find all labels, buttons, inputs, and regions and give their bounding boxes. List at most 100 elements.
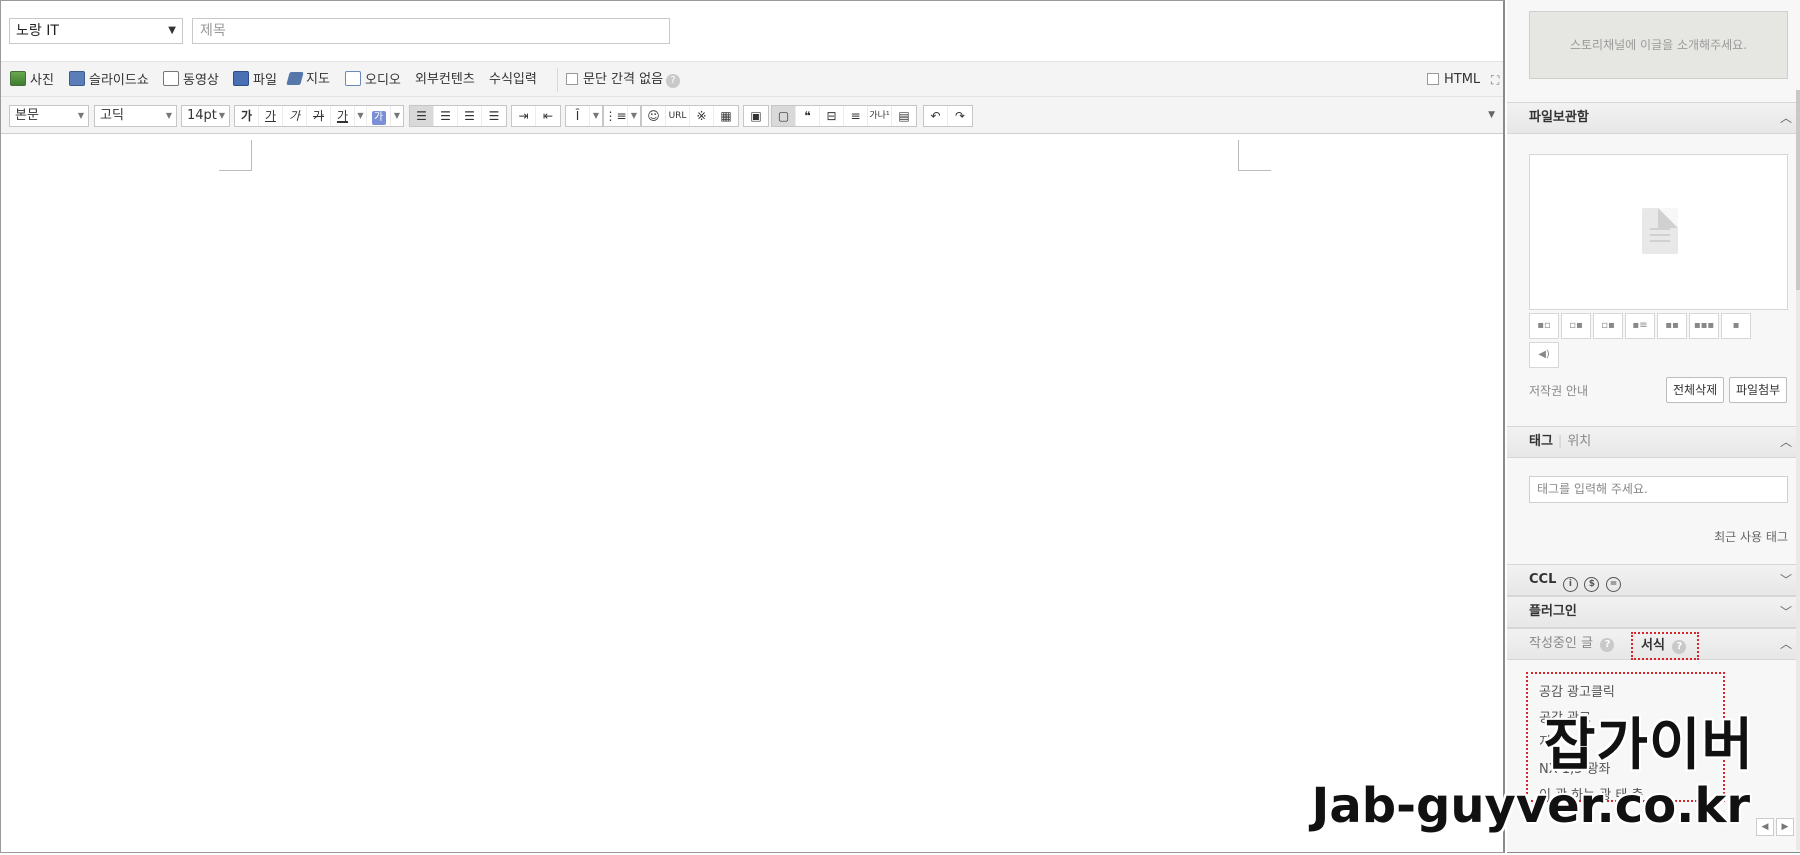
format-item[interactable]: 공감 광고클릭 [1539,681,1615,700]
line-height-dropdown-icon[interactable]: ▼ [590,106,602,126]
strikethrough-button[interactable]: 가 [307,106,331,126]
insert-audio-button[interactable]: 오디오 [345,71,401,89]
title-input[interactable]: 제목 [192,18,670,44]
undo-icon[interactable]: ↶ [924,106,948,126]
dropdown-arrow-icon: ▼ [218,111,225,120]
background-color-dropdown-icon[interactable]: ▼ [391,106,403,126]
box-group: ▣ [743,105,769,127]
ccl-header[interactable]: CCL i $ = ﹀ [1507,564,1800,596]
watermark-url: Jab-guyver.co.kr [1311,778,1750,834]
html-mode-toggle[interactable]: HTML [1427,71,1480,89]
image-align-right-icon[interactable]: ▫▪ [1593,313,1623,339]
image-align-center-icon[interactable]: ▫▪ [1561,313,1591,339]
toolbar-collapse-icon[interactable]: ▼ [1488,110,1495,120]
infobox-icon[interactable]: ▣ [744,106,768,126]
page-margin-marker-left [219,140,252,171]
redo-icon[interactable]: ↷ [948,106,972,126]
insert-file-button[interactable]: 파일 [233,71,277,89]
chevron-up-icon[interactable]: ︿ [1780,629,1792,659]
image-full-icon[interactable]: ▪ [1721,313,1751,339]
paragraph-style-select[interactable]: 본문 ▼ [9,105,89,127]
save-icon[interactable]: ▤ [892,106,916,126]
italic-button[interactable]: 가 [283,106,307,126]
format-toolbar: 본문 ▼ 고딕 ▼ 14pt ▼ 가 가 가 가 가 ▼ 가 ▼ ☰ ☰ ☰ ☰ ⇥ … [1,97,1503,134]
pager-next-icon[interactable]: ▶ [1776,818,1794,836]
insert-formula-button[interactable]: 수식입력 [489,71,537,89]
help-icon[interactable]: ? [666,74,681,88]
page-margin-marker-right [1238,140,1271,171]
link-button[interactable]: URL [666,106,690,126]
align-center-icon[interactable]: ☰ [434,106,458,126]
attach-file-button[interactable]: 파일첨부 [1729,377,1788,403]
indent-icon[interactable]: ⇥ [512,106,536,126]
font-size-select[interactable]: 14pt ▼ [181,105,230,127]
category-select[interactable]: 노랑 IT ▼ [9,18,183,44]
recent-tags-link[interactable]: 최근 사용 태그 [1714,528,1788,545]
plugins-header[interactable]: 플러그인 ﹀ [1507,596,1800,628]
copyright-guide-link[interactable]: 저작권 안내 [1529,382,1588,399]
font-color-dropdown-icon[interactable]: ▼ [355,106,367,126]
writing-posts-tab[interactable]: 작성중인 글 [1529,636,1593,651]
outdent-icon[interactable]: ⇤ [536,106,560,126]
insert-photo-button[interactable]: 사진 [10,71,54,89]
html-mode-checkbox[interactable] [1427,73,1439,85]
insert-slideshow-button[interactable]: 슬라이드쇼 [69,71,149,89]
toolbar-divider [557,68,558,92]
file-drop-area[interactable] [1529,154,1788,310]
tags-header[interactable]: 태그 | 위치 ︿ [1507,426,1800,458]
list-group: ⋮≡ ▼ [603,105,641,127]
sidebar-scrollbar-thumb[interactable] [1796,90,1800,290]
watermark-title: 잡가이버 [1543,713,1754,778]
formats-tab[interactable]: 서식 ? [1631,632,1699,660]
chevron-down-icon: ﹀ [1779,573,1792,587]
divider-line-icon[interactable]: ≡ [844,106,868,126]
box-style-icon[interactable]: ▢ [772,106,796,126]
insert-toolbar: 사진 슬라이드쇼 동영상 파일 지도 오디오 외부컨텐츠 수식입력 문단 간격 … [1,62,1503,97]
font-family-select[interactable]: 고딕 ▼ [94,105,177,127]
table-icon[interactable]: ▦ [714,106,738,126]
location-tab[interactable]: 위치 [1567,434,1591,449]
line-height-icon[interactable]: Ī [566,106,590,126]
image-float-right-icon[interactable]: ▪▪ [1657,313,1687,339]
no-paragraph-spacing-checkbox[interactable] [566,73,578,85]
list-dropdown-icon[interactable]: ▼ [628,106,640,126]
ccl-noderivs-icon: = [1605,577,1621,592]
more-icon[interactable]: ⊟ [820,106,844,126]
align-left-icon[interactable]: ☰ [410,106,434,126]
spelling-check-button[interactable]: 가나¹ [868,106,892,126]
image-align-left-icon[interactable]: ▪▫ [1529,313,1559,339]
quote-button[interactable]: ❝ [796,106,820,126]
dropdown-arrow-icon: ▼ [165,111,172,120]
insert-map-button[interactable]: 지도 [286,71,330,89]
ccl-noncommercial-icon: $ [1584,577,1600,592]
align-justify-icon[interactable]: ☰ [482,106,506,126]
bold-button[interactable]: 가 [235,106,259,126]
tag-input[interactable]: 태그를 입력해 주세요. [1529,476,1788,503]
dropdown-arrow-icon: ▼ [77,111,84,120]
underline-button[interactable]: 가 [259,106,283,126]
list-icon[interactable]: ⋮≡ [604,106,628,126]
alignment-group: ☰ ☰ ☰ ☰ [409,105,507,127]
audio-icon [345,71,361,86]
image-gallery-icon[interactable]: ▪▪▪ [1689,313,1719,339]
help-icon[interactable]: ? [1600,638,1615,652]
no-paragraph-spacing-toggle[interactable]: 문단 간격 없음? [566,71,681,89]
file-storage-header[interactable]: 파일보관함 ︿ [1507,102,1800,134]
image-float-left-icon[interactable]: ▪≡ [1625,313,1655,339]
photo-icon [10,71,26,86]
audio-insert-icon[interactable]: ◀) [1529,342,1559,368]
help-icon[interactable]: ? [1672,640,1687,654]
align-right-icon[interactable]: ☰ [458,106,482,126]
pager-prev-icon[interactable]: ◀ [1756,818,1774,836]
special-char-button[interactable]: ※ [690,106,714,126]
insert-group: ☺ URL ※ ▦ [641,105,739,127]
title-row: 노랑 IT ▼ 제목 [1,1,1503,62]
fullscreen-icon[interactable]: ⛶ [1491,71,1499,89]
background-color-button[interactable]: 가 [367,106,391,126]
insert-video-button[interactable]: 동영상 [163,71,219,89]
story-channel-input[interactable]: 스토리채널에 이글을 소개해주세요. [1529,11,1788,79]
emoticon-icon[interactable]: ☺ [642,106,666,126]
font-color-button[interactable]: 가 [331,106,355,126]
delete-all-button[interactable]: 전체삭제 [1666,377,1725,403]
insert-external-button[interactable]: 외부컨텐츠 [415,71,475,89]
